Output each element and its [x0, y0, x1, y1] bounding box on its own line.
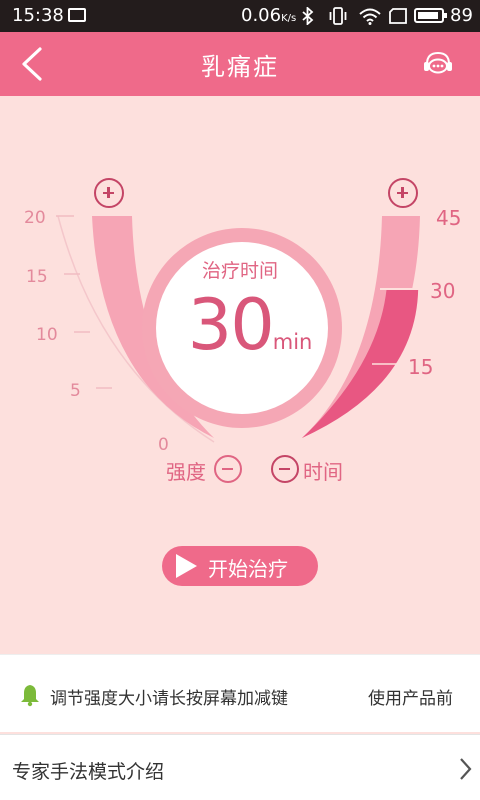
- battery-icon: [414, 8, 447, 23]
- customer-service-icon[interactable]: [422, 50, 454, 78]
- timer-label: 治疗时间: [201, 260, 278, 282]
- gallery-notification-icon: [68, 8, 86, 22]
- intensity-plus-button[interactable]: [94, 178, 124, 208]
- start-therapy-button[interactable]: 开始治疗: [162, 546, 318, 586]
- chevron-right-icon: [460, 758, 472, 780]
- wifi-icon: [359, 8, 381, 25]
- nav-bar: 乳痛症: [0, 32, 480, 96]
- bell-icon: [21, 685, 39, 707]
- intensity-tick: 10: [36, 325, 58, 345]
- tip-banner: 调节强度大小请长按屏幕加减键 使用产品前: [0, 654, 480, 732]
- time-tick: 15: [408, 355, 433, 379]
- expert-mode-intro-row[interactable]: 专家手法模式介绍: [0, 734, 480, 800]
- intensity-label: 强度: [166, 460, 206, 484]
- page-title: 乳痛症: [201, 53, 279, 81]
- intensity-tick: 5: [70, 381, 81, 401]
- expert-mode-intro-label: 专家手法模式介绍: [12, 761, 165, 783]
- timer-number: 30: [187, 284, 275, 366]
- timer-unit: min: [272, 330, 313, 354]
- time-minus-button[interactable]: [271, 455, 299, 483]
- network-speed: 0.06K/s: [241, 5, 297, 26]
- timer-value: 30min: [150, 284, 350, 366]
- intensity-tick: 20: [24, 208, 46, 228]
- time-plus-button[interactable]: [388, 178, 418, 208]
- time-tick: 30: [430, 279, 455, 303]
- start-therapy-label: 开始治疗: [208, 557, 288, 581]
- bluetooth-icon: [302, 7, 314, 25]
- intensity-minus-button[interactable]: [214, 455, 242, 483]
- status-time: 15:38: [12, 5, 64, 26]
- scrolling-notice[interactable]: 使用产品前: [368, 684, 453, 709]
- intensity-tick: 0: [158, 435, 169, 455]
- time-label: 时间: [303, 460, 343, 484]
- therapy-gauge-panel: 20 15 10 5 0 45 30 15 治疗时间 30min 强度 时间 开…: [0, 96, 480, 651]
- sim-icon: [389, 8, 407, 24]
- vibrate-icon: [329, 7, 347, 25]
- play-icon: [176, 554, 197, 578]
- time-tick: 45: [436, 206, 461, 230]
- status-bar: 15:38 0.06K/s 89: [0, 0, 480, 32]
- tip-text: 调节强度大小请长按屏幕加减键: [50, 689, 288, 709]
- battery-percent: 89: [450, 5, 473, 26]
- battery-level-fill: [418, 12, 438, 19]
- intensity-tick: 15: [26, 267, 48, 287]
